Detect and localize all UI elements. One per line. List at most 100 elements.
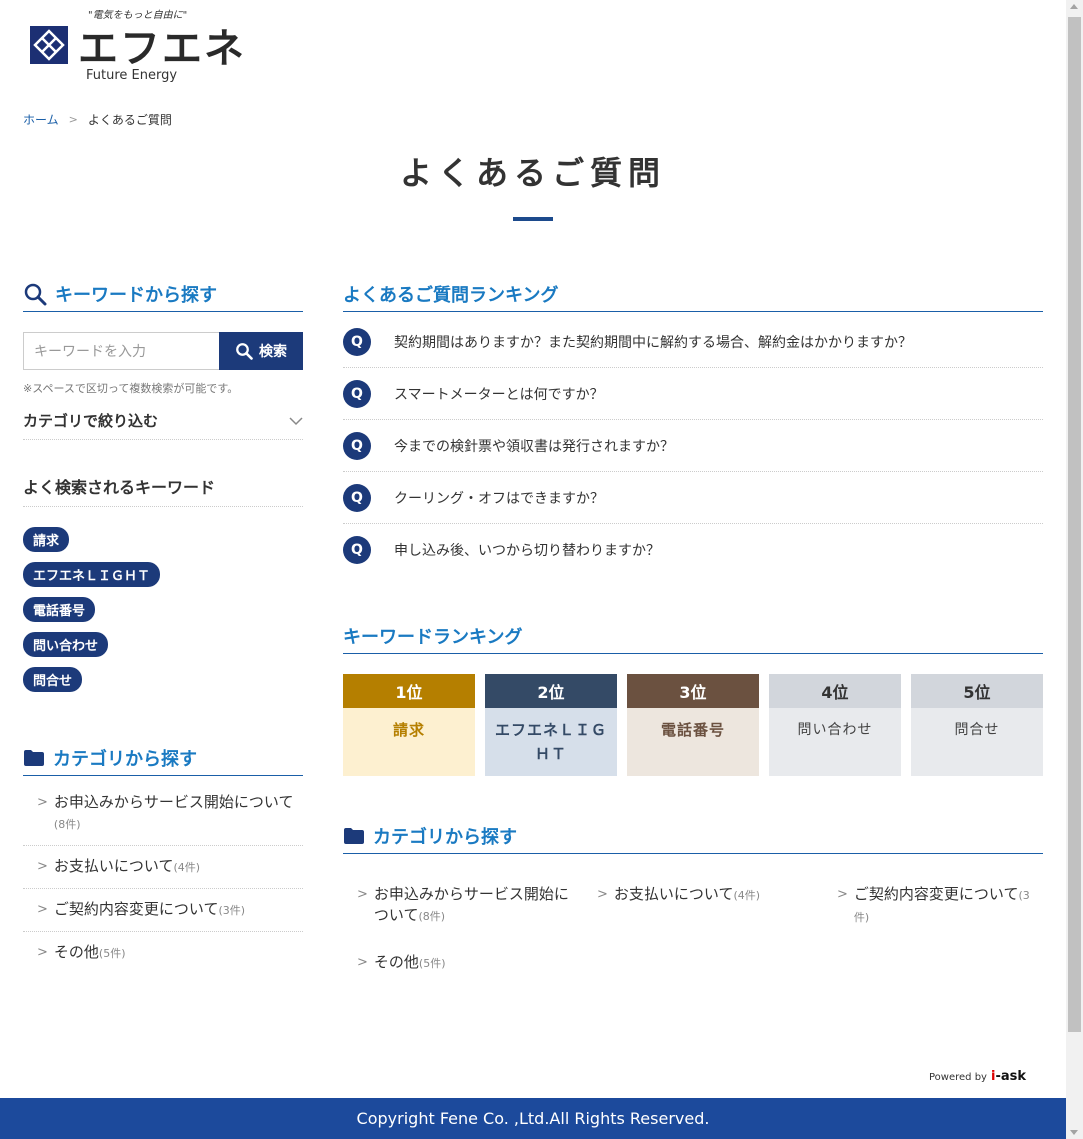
main-category-item[interactable]: > その他(5件) bbox=[343, 940, 583, 986]
keyword-ranking-card[interactable]: 2位 エフエネＬＩＧＨＴ bbox=[485, 674, 617, 776]
page-title: よくあるご質問 bbox=[399, 154, 666, 192]
main-category-grid: > お申込みからサービス開始について(8件) > お支払いについて(4件) > … bbox=[343, 872, 1043, 986]
category-filter-label: カテゴリで絞り込む bbox=[23, 412, 159, 430]
main-content: よくあるご質問ランキング Q 契約期間はありますか？また契約期間中に解約する場合… bbox=[343, 282, 1043, 986]
main-category-item[interactable]: > ご契約内容変更について(3件) bbox=[823, 872, 1033, 940]
main-category-heading: カテゴリから探す bbox=[343, 824, 1043, 854]
keyword-word: 問い合わせ bbox=[769, 708, 901, 776]
keyword-tag[interactable]: 問合せ bbox=[23, 667, 83, 692]
chevron-right-icon: > bbox=[357, 887, 368, 902]
q-badge: Q bbox=[343, 536, 371, 564]
breadcrumb-home-link[interactable]: ホーム bbox=[23, 111, 59, 128]
faq-question: 今までの検針票や領収書は発行されますか？ bbox=[394, 438, 674, 455]
iask-logo: i-ask bbox=[990, 1069, 1026, 1084]
category-label: お申込みからサービス開始について bbox=[53, 793, 294, 811]
chevron-right-icon: > bbox=[597, 887, 608, 902]
main-category-item[interactable]: > お申込みからサービス開始について(8件) bbox=[343, 872, 583, 940]
keyword-rank: 2位 bbox=[485, 674, 617, 708]
category-count: (5件) bbox=[418, 957, 446, 970]
keyword-tag[interactable]: 請求 bbox=[23, 527, 70, 552]
keyword-word: エフエネＬＩＧＨＴ bbox=[485, 708, 617, 776]
keyword-ranking-heading: キーワードランキング bbox=[343, 624, 1043, 654]
keyword-ranking-card[interactable]: 3位 電話番号 bbox=[627, 674, 759, 776]
category-filter-toggle[interactable]: カテゴリで絞り込む bbox=[23, 410, 303, 440]
q-badge: Q bbox=[343, 327, 371, 356]
site-logo[interactable]: "電気をもっと自由に" エフエネ Future Energy bbox=[28, 6, 244, 86]
faq-question: 申し込み後、いつから切り替わりますか？ bbox=[394, 543, 660, 559]
search-icon bbox=[236, 343, 253, 360]
sidebar-category-item[interactable]: > お申込みからサービス開始について (8件) bbox=[23, 782, 303, 846]
keyword-ranking-card[interactable]: 4位 問い合わせ bbox=[769, 674, 901, 776]
chevron-right-icon: > bbox=[37, 795, 48, 810]
keyword-rank: 3位 bbox=[627, 674, 759, 708]
keyword-ranking-card[interactable]: 5位 問合せ bbox=[911, 674, 1043, 776]
chevron-down-icon bbox=[289, 412, 303, 430]
sidebar-category-item[interactable]: > ご契約内容変更について(3件) bbox=[23, 889, 303, 932]
popular-keywords-list: 請求 エフエネＬＩＧＨＴ 電話番号 問い合わせ 問合せ bbox=[23, 515, 303, 692]
faq-item[interactable]: Q 契約期間はありますか？また契約期間中に解約する場合、解約金はかかりますか？ bbox=[343, 316, 1043, 368]
powered-by-prefix: Powered by bbox=[929, 1072, 987, 1083]
category-label: お支払いについて bbox=[613, 885, 734, 903]
keyword-word: 電話番号 bbox=[627, 708, 759, 776]
q-badge: Q bbox=[343, 379, 371, 408]
category-label: ご契約内容変更について bbox=[53, 900, 219, 918]
q-badge: Q bbox=[343, 431, 371, 460]
search-note: ※スペースで区切って複数検索が可能です。 bbox=[23, 382, 239, 395]
folder-icon bbox=[343, 827, 365, 845]
keyword-word: 問合せ bbox=[911, 708, 1043, 776]
keyword-tag[interactable]: エフエネＬＩＧＨＴ bbox=[23, 562, 161, 587]
copyright: Copyright Fene Co. ,Ltd.All Rights Reser… bbox=[356, 1109, 710, 1128]
search-form: キーワードを入力 検索 bbox=[23, 332, 303, 370]
sidebar-category-item[interactable]: > お支払いについて(4件) bbox=[23, 846, 303, 889]
category-label: お支払いについて bbox=[53, 857, 174, 875]
faq-item[interactable]: Q 今までの検針票や領収書は発行されますか？ bbox=[343, 420, 1043, 472]
category-label: ご契約内容変更について bbox=[853, 885, 1019, 903]
faq-question: クーリング・オフはできますか？ bbox=[394, 490, 604, 507]
search-button-label: 検索 bbox=[259, 344, 287, 360]
chevron-right-icon: > bbox=[68, 113, 78, 126]
faq-question: スマートメーターとは何ですか？ bbox=[394, 386, 604, 403]
scrollbar-thumb[interactable] bbox=[1068, 17, 1081, 1032]
faq-ranking-heading: よくあるご質問ランキング bbox=[343, 282, 1043, 312]
chevron-right-icon: > bbox=[37, 859, 48, 874]
keyword-word: 請求 bbox=[343, 708, 475, 776]
powered-by[interactable]: Powered by i-ask bbox=[929, 1069, 1026, 1084]
category-count: (8件) bbox=[53, 818, 81, 831]
main-category-item[interactable]: > お支払いについて(4件) bbox=[583, 872, 823, 940]
category-count: (5件) bbox=[98, 947, 126, 960]
title-underline bbox=[513, 217, 553, 221]
q-badge: Q bbox=[343, 483, 371, 512]
chevron-right-icon: > bbox=[837, 887, 848, 902]
category-count: (8件) bbox=[418, 910, 446, 923]
logo-mark-icon bbox=[30, 26, 68, 64]
sidebar-category-heading: カテゴリから探す bbox=[23, 746, 303, 776]
category-count: (3件) bbox=[218, 904, 246, 917]
scroll-down-icon[interactable] bbox=[1070, 1130, 1078, 1135]
keyword-tag[interactable]: 問い合わせ bbox=[23, 632, 109, 657]
category-label: お申込みからサービス開始について bbox=[373, 885, 569, 924]
logo-subtitle: Future Energy bbox=[86, 68, 178, 83]
keyword-tag[interactable]: 電話番号 bbox=[23, 597, 96, 622]
faq-item[interactable]: Q スマートメーターとは何ですか？ bbox=[343, 368, 1043, 420]
keyword-ranking-card[interactable]: 1位 請求 bbox=[343, 674, 475, 776]
search-button[interactable]: 検索 bbox=[219, 332, 303, 370]
main-category-heading-label: カテゴリから探す bbox=[373, 826, 517, 848]
faq-item[interactable]: Q クーリング・オフはできますか？ bbox=[343, 472, 1043, 524]
folder-icon bbox=[23, 749, 45, 767]
scroll-up-icon[interactable] bbox=[1070, 4, 1078, 9]
sidebar-category-item[interactable]: > その他(5件) bbox=[23, 932, 303, 974]
chevron-right-icon: > bbox=[357, 955, 368, 970]
keyword-rank: 5位 bbox=[911, 674, 1043, 708]
search-input[interactable]: キーワードを入力 bbox=[23, 332, 219, 370]
sidebar-category-list: > お申込みからサービス開始について (8件) > お支払いについて(4件) > … bbox=[23, 782, 303, 974]
category-label: その他 bbox=[373, 953, 419, 971]
category-count: (4件) bbox=[173, 861, 201, 874]
popular-keywords-heading: よく検索されるキーワード bbox=[23, 474, 303, 507]
category-label: その他 bbox=[53, 943, 99, 961]
logo-name: エフエネ bbox=[78, 26, 246, 72]
faq-item[interactable]: Q 申し込み後、いつから切り替わりますか？ bbox=[343, 524, 1043, 576]
chevron-right-icon: > bbox=[37, 902, 48, 917]
keyword-search-heading: キーワードから探す bbox=[23, 282, 303, 312]
vertical-scrollbar[interactable] bbox=[1066, 0, 1083, 1139]
sidebar-category-heading-label: カテゴリから探す bbox=[53, 748, 197, 770]
